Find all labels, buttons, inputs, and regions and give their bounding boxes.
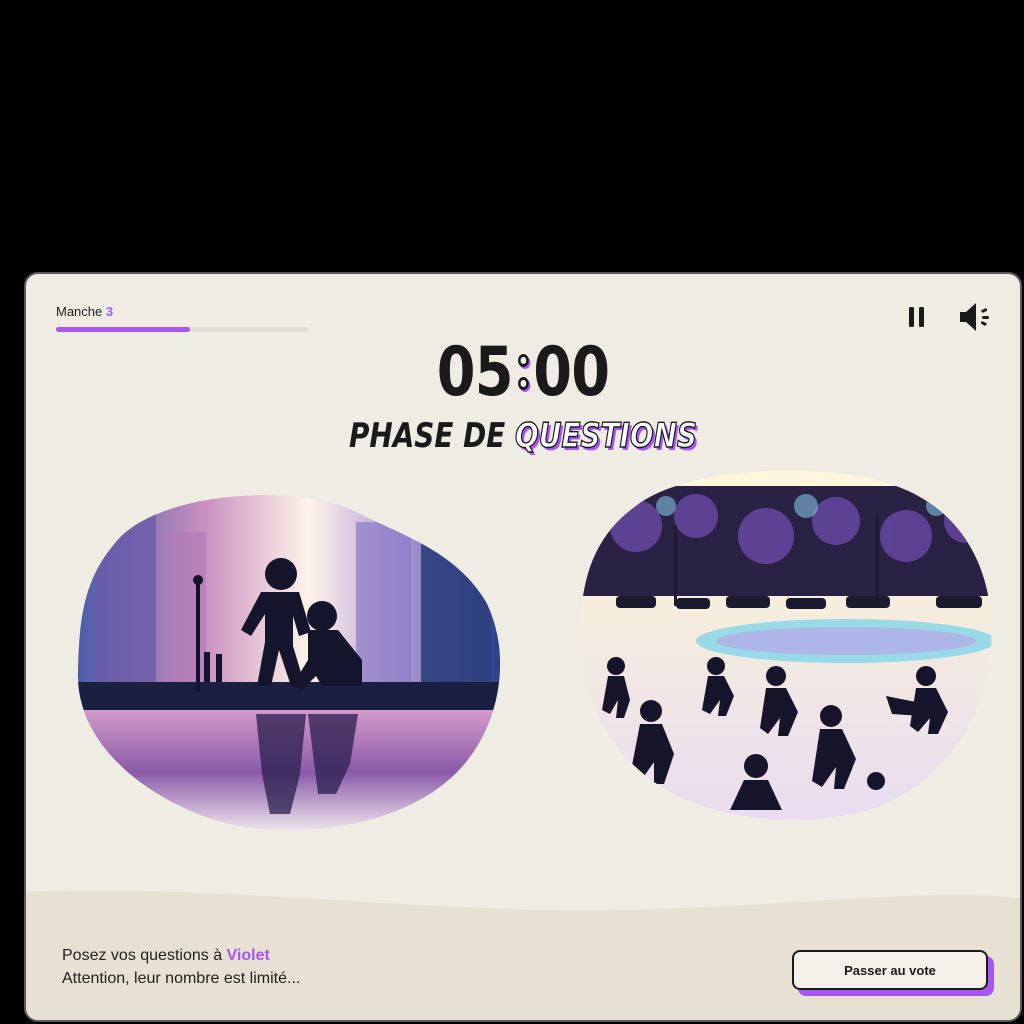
timer-minutes: 05 bbox=[436, 332, 514, 412]
prompt-prefix: Posez vos questions à bbox=[62, 947, 223, 964]
timer-seconds: 00 bbox=[533, 332, 610, 412]
pause-button[interactable] bbox=[904, 304, 930, 330]
scene-image-left[interactable] bbox=[76, 482, 500, 834]
vote-button-wrapper: Passer au vote bbox=[792, 950, 994, 996]
round-label-text: Manche bbox=[56, 304, 103, 319]
game-panel: Manche 3 05 00 PHASE DE QUESTIONS Posez … bbox=[24, 272, 1022, 1022]
phase-highlight: QUESTIONS bbox=[514, 415, 698, 456]
phase-prefix: PHASE DE bbox=[348, 416, 506, 456]
speaker-icon bbox=[960, 303, 989, 331]
player-name: Violet bbox=[226, 947, 270, 964]
skip-to-vote-button[interactable]: Passer au vote bbox=[792, 950, 988, 990]
question-prompt: Posez vos questions à Violet Attention, … bbox=[62, 944, 300, 990]
countdown-timer: 05 00 bbox=[115, 332, 930, 412]
round-indicator: Manche 3 bbox=[56, 304, 113, 319]
round-number: 3 bbox=[105, 304, 114, 319]
pause-icon bbox=[909, 307, 924, 327]
prompt-line-2: Attention, leur nombre est limité... bbox=[62, 970, 301, 987]
timer-separator bbox=[517, 342, 529, 402]
phase-title: PHASE DE QUESTIONS bbox=[115, 415, 930, 456]
prompt-line-1: Posez vos questions à Violet bbox=[62, 944, 300, 967]
sound-button[interactable] bbox=[956, 300, 996, 334]
scene-image-right[interactable] bbox=[576, 466, 996, 820]
